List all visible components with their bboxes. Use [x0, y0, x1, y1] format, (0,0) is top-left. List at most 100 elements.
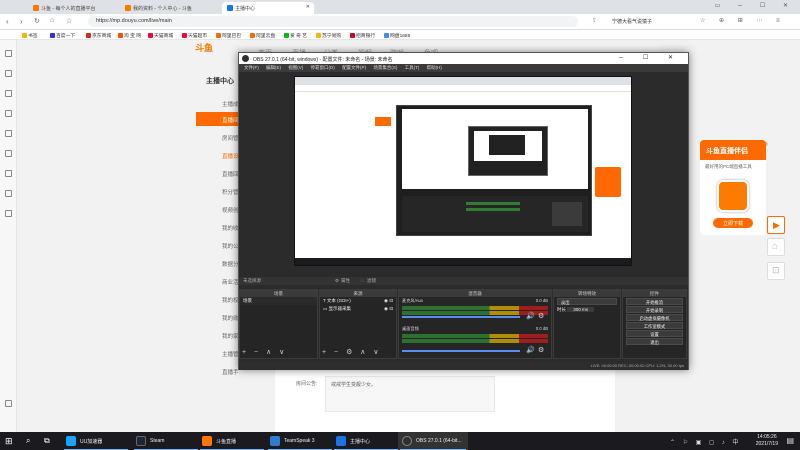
obs-window-controls[interactable]: ─ ☐ ✕	[619, 54, 682, 61]
douyu-logo[interactable]: 斗鱼	[195, 41, 235, 59]
menu-item[interactable]: 停靠窗口(D)	[311, 65, 335, 70]
preview-browser-tabs	[295, 77, 631, 85]
obs-logo-icon	[242, 55, 249, 62]
virtual-camera-button[interactable]: 启动虚拟摄像机	[626, 314, 683, 321]
menu-item[interactable]: 帮助(H)	[427, 65, 442, 70]
home-icon[interactable]: ⌂	[50, 17, 54, 24]
gear-icon[interactable]: ⚙	[538, 346, 544, 354]
source-add-remove-icons[interactable]: + − ⚙ ∧ ∨	[322, 348, 381, 356]
duration-field[interactable]: 300 ms	[567, 307, 595, 312]
properties-button[interactable]: 属性	[341, 278, 350, 284]
taskbar-item-uu[interactable]: UU加速器	[62, 432, 130, 450]
suning-icon	[316, 33, 321, 38]
windows-start-icon[interactable]: ⊞	[5, 436, 13, 447]
back-arrow-icon[interactable]: ‹	[6, 17, 9, 26]
source-item[interactable]: ▭ 显示器采集 ◉ ⊡	[320, 305, 396, 313]
home-icon[interactable]: ⌂	[767, 238, 785, 256]
url-field[interactable]: https://mp.douyu.com/live/main	[88, 16, 578, 27]
menu-item[interactable]: 编辑(E)	[266, 65, 281, 70]
chat-icon[interactable]	[5, 150, 12, 157]
eye-lock-icons[interactable]: ◉ ⊡	[384, 306, 393, 312]
bookmark-item[interactable]: 百度一下	[50, 32, 75, 39]
uu-accelerator-icon	[66, 436, 76, 446]
search-icon[interactable]: ⌕	[26, 436, 30, 446]
filters-button[interactable]: 滤镜	[367, 278, 376, 284]
speaker-icon[interactable]: 🔊	[526, 346, 535, 354]
transition-select[interactable]: 淡出	[557, 298, 617, 305]
menu-item[interactable]: 工具(T)	[405, 65, 420, 70]
browser-tab-douyu-home[interactable]: 斗鱼 - 每个人的直播平台	[28, 2, 118, 14]
bookmark-item[interactable]: 阿里巴巴	[216, 32, 241, 39]
taskbar-item-steam[interactable]: Steam	[132, 432, 200, 450]
browser-tab-anchor-center[interactable]: 主播中心 ✕	[222, 2, 314, 14]
taskbar-item-obs[interactable]: OBS 27.0.1 (64-bit...	[398, 432, 468, 450]
search-icon[interactable]	[5, 90, 12, 97]
bookmark-item[interactable]: 爱 奇 艺	[284, 32, 307, 39]
download-icon[interactable]	[5, 110, 12, 117]
task-view-icon[interactable]: ⧉	[44, 436, 50, 446]
dock-title: 场景	[240, 290, 317, 297]
bookmark-item[interactable]: 苏宁易购	[316, 32, 341, 39]
obs-preview-canvas[interactable]	[294, 76, 632, 266]
settings-button[interactable]: 设置	[626, 330, 683, 337]
volume-slider[interactable]	[402, 350, 520, 352]
menu-item[interactable]: 配置文件(P)	[342, 65, 366, 70]
exit-button[interactable]: 退出	[626, 338, 683, 345]
taskbar-clock[interactable]: 14:05:26 2021/7/19	[756, 434, 778, 448]
game-icon[interactable]	[5, 170, 12, 177]
menu-item[interactable]: 文件(F)	[244, 65, 259, 70]
controls-dock: 控件 开始推流 开始录制 启动虚拟摄像机 工作室模式 设置 退出	[622, 289, 687, 359]
search-suggestion-text[interactable]: 宁德大看气说猿子	[612, 18, 652, 25]
start-streaming-button[interactable]: 开始推流	[626, 298, 683, 305]
forward-arrow-icon[interactable]: ›	[20, 17, 23, 26]
scene-item[interactable]: 场景	[240, 297, 317, 305]
play-icon[interactable]: ▶	[767, 216, 785, 234]
close-tab-icon[interactable]: ✕	[306, 4, 310, 10]
announcement-textarea[interactable]: 戒戒学生变靓少女。	[325, 376, 495, 412]
bookmark-item[interactable]: 淘 宝 网	[118, 32, 141, 39]
gear-icon[interactable]: ⚙	[538, 312, 544, 320]
bookmark-item[interactable]: 京东商城	[86, 32, 111, 39]
system-tray-icons[interactable]: ⌃ ⚐ ▣ ◻ ♪ 中	[670, 437, 741, 446]
obs-status-bar: LIVE: 00:00:00 REC: 00:00:00 CPU: 1.2%, …	[239, 362, 688, 370]
taskbar-item-teamspeak[interactable]: TeamSpeak 3	[266, 432, 334, 450]
eye-lock-icons[interactable]: ◉ ⊡	[384, 298, 393, 304]
menu-item[interactable]: 场景集合(S)	[373, 65, 397, 70]
history-icon[interactable]	[5, 70, 12, 77]
add-icon[interactable]	[5, 400, 12, 407]
ad-download-button[interactable]: 立即下载	[713, 218, 753, 228]
note-icon[interactable]	[5, 130, 12, 137]
source-item[interactable]: T 文本 (GDI+) ◉ ⊡	[320, 297, 396, 305]
bookmark-item[interactable]: 网盘1688	[384, 32, 410, 39]
properties-gear-icon[interactable]: ⚙	[335, 278, 339, 284]
volume-slider[interactable]	[402, 316, 520, 318]
taskbar-item-douyu[interactable]: 斗鱼直播	[198, 432, 266, 450]
star-icon[interactable]	[5, 50, 12, 57]
scene-add-remove-icons[interactable]: + − ∧ ∨	[242, 348, 287, 356]
obs-menu-bar: 文件(F) 编辑(E) 视图(V) 停靠窗口(D) 配置文件(P) 场景集合(S…	[239, 64, 688, 72]
speaker-icon[interactable]: 🔊	[526, 312, 535, 320]
bookmark-item[interactable]: 天猫商城	[148, 32, 173, 39]
app-icon[interactable]	[5, 210, 12, 217]
bookmark-item[interactable]: 书签	[22, 32, 38, 39]
star-icon[interactable]: ☆	[66, 17, 72, 25]
reload-icon[interactable]: ↻	[34, 17, 40, 25]
share-icon[interactable]: ⇪	[592, 17, 597, 24]
filter-icon[interactable]: ◌	[361, 278, 364, 283]
bookmark-item[interactable]: 招商银行	[350, 32, 375, 39]
bookmark-item[interactable]: 阿里云盘	[250, 32, 275, 39]
start-recording-button[interactable]: 开始录制	[626, 306, 683, 313]
toolbar-extension-icons[interactable]: ☆ ⊕ ⊞ ⋯ ≡	[700, 17, 786, 24]
assistant-ad-card[interactable]: 斗鱼直播伴侣 最好用的PC端直播工具 立即下载	[700, 140, 766, 235]
preview-taskbar	[295, 258, 631, 265]
browser-tab-profile[interactable]: 我的资料 - 个人中心 - 斗鱼	[120, 2, 218, 14]
bookmark-item[interactable]: 天猫超市	[182, 32, 207, 39]
studio-mode-button[interactable]: 工作室模式	[626, 322, 683, 329]
menu-item[interactable]: 视图(V)	[288, 65, 303, 70]
window-controls[interactable]: ▭ ─ ☐ ✕	[715, 2, 796, 9]
notification-icon[interactable]: ▤	[786, 436, 794, 445]
taskbar-item-browser[interactable]: 主播中心	[332, 432, 400, 450]
close-icon[interactable]: ⊗	[763, 141, 768, 148]
app-icon[interactable]: ⊡	[767, 262, 785, 280]
cart-icon[interactable]	[5, 190, 12, 197]
